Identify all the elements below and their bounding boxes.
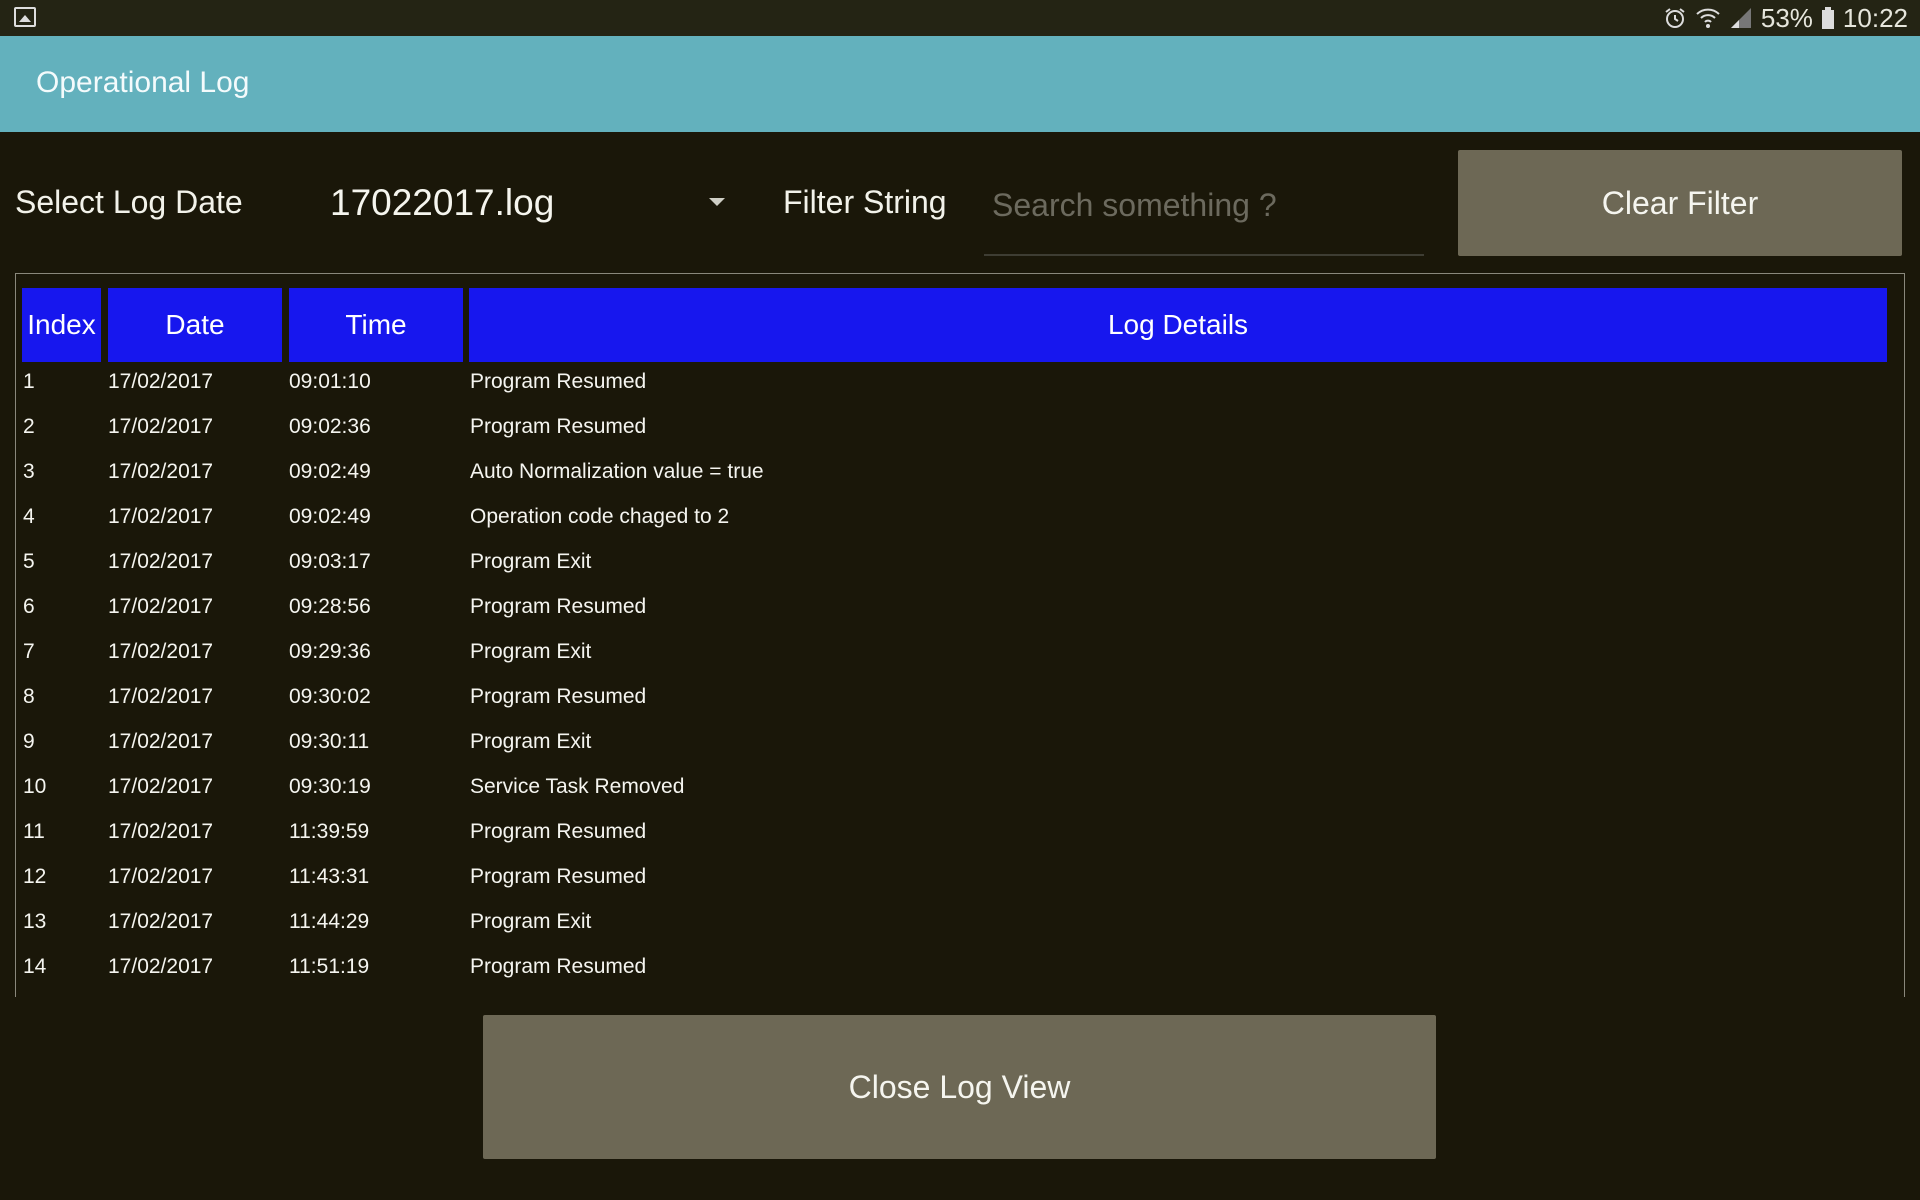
row-time: 09:30:11 [289,730,370,753]
wifi-icon [1696,8,1720,28]
row-index: 10 [23,775,47,798]
row-details: Service Task Removed [470,775,685,798]
battery-icon [1821,7,1834,29]
table-row[interactable]: 7 17/02/2017 09:29:36 Program Exit [22,632,1892,677]
table-row[interactable]: 5 17/02/2017 09:03:17 Program Exit [22,542,1892,587]
search-input[interactable] [990,182,1414,228]
row-date: 17/02/2017 [108,775,214,798]
row-date: 17/02/2017 [108,730,214,753]
row-time: 09:29:36 [289,640,371,663]
row-date: 17/02/2017 [108,685,214,708]
row-index: 8 [23,685,35,708]
header-index: Index [22,288,101,362]
row-index: 4 [23,505,35,528]
alarm-icon [1665,8,1685,28]
row-time: 09:01:10 [289,370,371,393]
table-body[interactable]: 1 17/02/2017 09:01:10 Program Resumed 2 17/02… [22,362,1892,992]
app-bar: Operational Log [0,36,1920,132]
row-date: 17/02/2017 [108,595,214,618]
row-time: 11:39:59 [289,820,370,843]
clock: 10:22 [1842,2,1908,33]
table-row[interactable]: 10 17/02/2017 09:30:19 Service Task Removed [22,767,1892,812]
table-row[interactable]: 12 17/02/2017 11:43:31 Program Resumed [22,857,1892,902]
row-index: 6 [23,595,35,618]
row-details: Program Exit [470,910,592,933]
row-time: 09:30:19 [289,775,371,798]
header-time: Time [289,288,463,362]
row-details: Program Resumed [470,955,647,978]
row-time: 09:02:49 [289,505,371,528]
row-details: Program Resumed [470,865,647,888]
signal-icon [1730,8,1751,28]
filter-controls: Select Log Date 17022017.log Filter Stri… [0,132,1920,272]
filter-string-label: Filter String [783,184,947,220]
clear-filter-button[interactable]: Clear Filter [1458,150,1902,256]
row-date: 17/02/2017 [108,505,214,528]
log-table: Index Date Time Log Details 1 17/02/2017 0… [15,273,1905,997]
row-details: Program Resumed [470,415,647,438]
close-log-view-button[interactable]: Close Log View [483,1015,1436,1159]
row-details: Program Resumed [470,370,647,393]
row-time: 11:44:29 [289,910,370,933]
table-row[interactable]: 6 17/02/2017 09:28:56 Program Resumed [22,587,1892,632]
row-time: 09:02:36 [289,415,371,438]
row-index: 13 [23,910,47,933]
status-icons: 53% 10:22 [1663,0,1908,36]
row-date: 17/02/2017 [108,550,214,573]
header-log-details: Log Details [469,288,1887,362]
log-date-dropdown[interactable]: 17022017.log [320,172,730,232]
row-date: 17/02/2017 [108,955,214,978]
row-date: 17/02/2017 [108,820,214,843]
battery-percent: 53% [1760,2,1813,33]
row-index: 3 [23,460,35,483]
log-date-value: 17022017.log [330,182,555,223]
table-row[interactable]: 4 17/02/2017 09:02:49 Operation code chaged… [22,497,1892,542]
row-index: 12 [23,865,47,888]
row-index: 2 [23,415,35,438]
row-details: Program Exit [470,550,592,573]
dropdown-arrow-icon [709,198,725,206]
row-details: Program Resumed [470,595,647,618]
row-index: 14 [23,955,47,978]
row-date: 17/02/2017 [108,910,214,933]
row-date: 17/02/2017 [108,460,214,483]
filter-field [984,170,1424,256]
page-title: Operational Log [36,66,250,99]
row-index: 9 [23,730,35,753]
header-date: Date [108,288,282,362]
row-index: 7 [23,640,35,663]
row-details: Program Exit [470,640,592,663]
row-index: 1 [23,370,35,393]
table-row[interactable]: 11 17/02/2017 11:39:59 Program Resumed [22,812,1892,857]
row-time: 11:51:19 [289,955,370,978]
row-time: 09:28:56 [289,595,371,618]
row-details: Program Resumed [470,820,647,843]
table-row[interactable]: 2 17/02/2017 09:02:36 Program Resumed [22,407,1892,452]
table-row[interactable]: 14 17/02/2017 11:51:19 Program Resumed [22,947,1892,992]
row-index: 11 [23,820,45,843]
table-row[interactable]: 3 17/02/2017 09:02:49 Auto Normalization va… [22,452,1892,497]
row-date: 17/02/2017 [108,865,214,888]
table-row[interactable]: 8 17/02/2017 09:30:02 Program Resumed [22,677,1892,722]
row-details: Auto Normalization value = true [470,460,764,483]
table-row[interactable]: 13 17/02/2017 11:44:29 Program Exit [22,902,1892,947]
row-details: Program Resumed [470,685,647,708]
row-time: 11:43:31 [289,865,370,888]
gallery-icon [14,7,36,27]
row-time: 09:02:49 [289,460,371,483]
table-row[interactable]: 1 17/02/2017 09:01:10 Program Resumed [22,362,1892,407]
row-index: 5 [23,550,35,573]
row-date: 17/02/2017 [108,370,214,393]
row-date: 17/02/2017 [108,640,214,663]
row-time: 09:30:02 [289,685,371,708]
row-details: Operation code chaged to 2 [470,505,730,528]
row-time: 09:03:17 [289,550,371,573]
row-details: Program Exit [470,730,592,753]
row-date: 17/02/2017 [108,415,214,438]
table-row[interactable]: 9 17/02/2017 09:30:11 Program Exit [22,722,1892,767]
log-date-label: Select Log Date [15,184,243,220]
status-bar: 53% 10:22 [0,0,1920,36]
